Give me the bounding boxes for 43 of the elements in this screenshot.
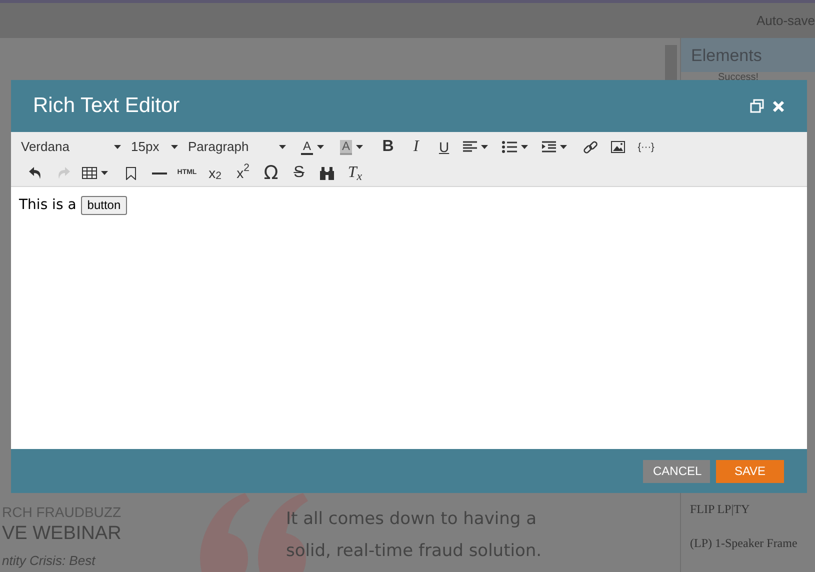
underline-button[interactable]: U: [430, 135, 458, 159]
page-text: VE WEBINAR: [1, 522, 122, 546]
bookmark-icon: [126, 166, 136, 180]
content-button[interactable]: button: [81, 196, 127, 215]
text-color-button[interactable]: A: [296, 135, 330, 159]
superscript-button[interactable]: x$^{2}$: [229, 161, 257, 185]
toolbar-dropdown[interactable]: Verdana: [21, 135, 131, 159]
dialog-title: Rich Text Editor: [33, 93, 181, 120]
quote-text: It all comes down to having a solid, real-time fraud solution.: [286, 508, 543, 563]
link-icon: [582, 140, 598, 154]
caret-icon: [101, 171, 108, 175]
caret-icon: [560, 145, 568, 149]
subscript-button[interactable]: x$_{2}$: [201, 161, 229, 185]
page-text: ntity Crisis: Best: [1, 553, 96, 569]
undo-icon: [28, 167, 42, 179]
caret-icon: [171, 145, 178, 149]
align-left-icon: [463, 141, 478, 153]
caret-icon: [317, 145, 324, 149]
table-icon: [82, 167, 97, 179]
binoculars-icon: [320, 166, 334, 180]
bullet-list-icon: [502, 141, 518, 153]
clear-formatting-button[interactable]: T$_{x}$: [341, 161, 369, 185]
toolbar-dropdown[interactable]: 15px: [131, 135, 188, 159]
strikethrough-button[interactable]: S: [285, 161, 313, 185]
indent-icon: [542, 141, 556, 153]
toolbar-dropdown[interactable]: Paragraph: [188, 135, 296, 159]
bold-button[interactable]: B: [374, 135, 402, 159]
special-character-button[interactable]: Ω: [257, 161, 285, 185]
content-text: This is a: [19, 196, 76, 215]
source-code-button[interactable]: {···}: [632, 135, 660, 159]
caret-icon: [114, 145, 121, 149]
horizontal-line-icon: [152, 172, 166, 174]
caret-icon: [279, 145, 286, 149]
cancel-button[interactable]: CANCEL: [643, 460, 710, 482]
image-icon: [611, 141, 626, 153]
redo-icon: [56, 167, 70, 179]
caret-icon: [356, 145, 364, 149]
background-color-button[interactable]: A: [335, 135, 368, 159]
caret-icon: [521, 145, 528, 149]
italic-button[interactable]: I: [402, 135, 430, 159]
close-icon[interactable]: [772, 100, 785, 112]
caret-icon: [481, 145, 488, 149]
restore-icon[interactable]: [750, 99, 764, 113]
